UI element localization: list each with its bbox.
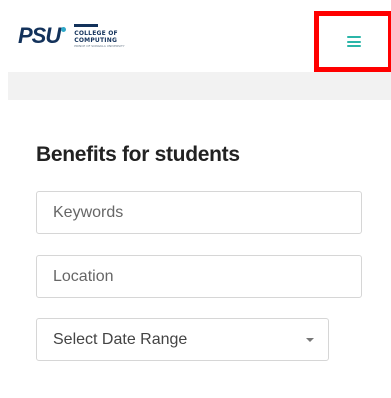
date-range-label: Select Date Range	[53, 331, 188, 348]
hamburger-menu-icon	[347, 36, 361, 47]
menu-button[interactable]	[314, 11, 391, 72]
college-logo[interactable]: PSU COLLEGE OF COMPUTING PRINCE OF SONGK…	[18, 23, 125, 49]
location-field[interactable]	[36, 255, 362, 298]
logo-text: COLLEGE OF COMPUTING PRINCE OF SONGKLA U…	[74, 24, 125, 48]
logo-subtitle: PRINCE OF SONGKLA UNIVERSITY	[74, 44, 125, 48]
page-title: Benefits for students	[36, 143, 240, 166]
date-range-select[interactable]: Select Date Range	[36, 318, 329, 361]
logo-line-2: COMPUTING	[74, 37, 118, 44]
keywords-input[interactable]	[37, 192, 361, 233]
logo-mark: PSU	[18, 23, 61, 48]
logo-bar	[74, 24, 99, 27]
page-band	[8, 72, 391, 100]
chevron-down-icon	[306, 338, 314, 342]
logo-line-1: COLLEGE OF	[74, 30, 118, 37]
location-input[interactable]	[37, 256, 361, 297]
logo-dot	[61, 26, 67, 32]
keywords-field[interactable]	[36, 191, 362, 234]
site-header: PSU COLLEGE OF COMPUTING PRINCE OF SONGK…	[0, 0, 391, 72]
